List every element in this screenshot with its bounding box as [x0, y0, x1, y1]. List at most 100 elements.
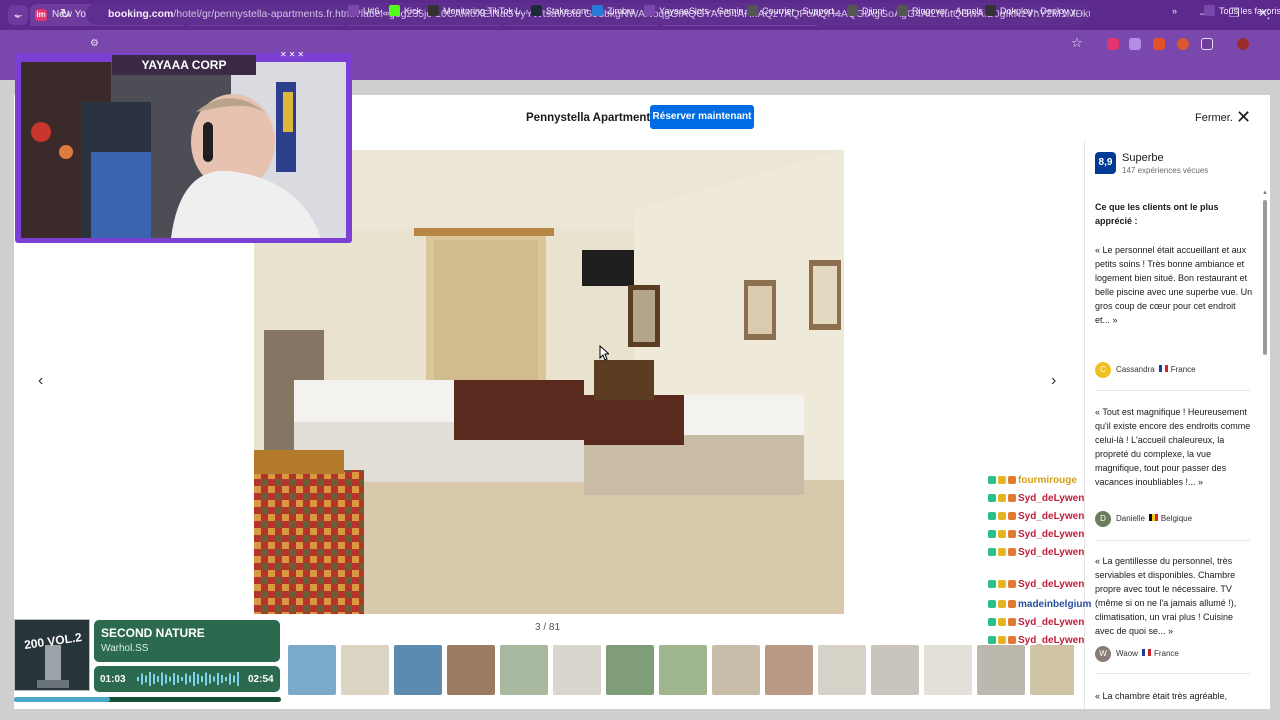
- bookmark-item[interactable]: Tous les favoris: [1204, 4, 1280, 18]
- chat-username: Syd_deLywen: [1018, 635, 1085, 646]
- chat-badge-icon: [998, 600, 1006, 608]
- waveform-bar: [169, 676, 171, 682]
- previous-photo-arrow[interactable]: ‹: [38, 372, 43, 390]
- bookmarks-overflow-icon[interactable]: »: [1172, 4, 1177, 18]
- reload-icon[interactable]: ↻: [60, 6, 71, 22]
- song-progress-fill: [14, 697, 110, 702]
- gallery-thumbnail[interactable]: [924, 645, 972, 695]
- close-gallery-link[interactable]: Fermer.: [1195, 112, 1233, 124]
- chat-message: Syd_deLywen: [988, 528, 1084, 542]
- chat-badge-icon: [1008, 600, 1016, 608]
- webcam-feed: [21, 62, 346, 238]
- waveform-bar: [193, 672, 195, 686]
- chat-badge-icon: [998, 580, 1006, 588]
- waveform-bar: [201, 676, 203, 682]
- bookmark-item[interactable]: Stake.com: [531, 4, 589, 18]
- bookmark-item[interactable]: YayaaaSlots - Gamin...: [644, 4, 751, 18]
- waveform-bar: [181, 677, 183, 681]
- gallery-thumbnail[interactable]: [765, 645, 813, 695]
- country-flag-icon: [1148, 514, 1158, 522]
- reviewer-row: C Cassandra France: [1095, 362, 1196, 378]
- site-info-icon[interactable]: ⚙: [90, 38, 99, 49]
- waveform-bar: [165, 674, 167, 684]
- gallery-thumbnail[interactable]: [871, 645, 919, 695]
- chat-badge-icon: [988, 618, 996, 626]
- gallery-thumbnail[interactable]: [818, 645, 866, 695]
- bookmark-favicon-icon: [847, 5, 858, 16]
- review-score-badge: 8,9: [1095, 152, 1116, 174]
- bookmark-item[interactable]: Djinni: [847, 4, 885, 18]
- gallery-thumbnail[interactable]: [1030, 645, 1074, 695]
- gallery-thumbnail[interactable]: [659, 645, 707, 695]
- chat-badge-icon: [998, 530, 1006, 538]
- extensions-puzzle-icon[interactable]: [1201, 38, 1213, 50]
- bookmark-favicon-icon: [531, 5, 542, 16]
- chat-badge-icon: [1008, 530, 1016, 538]
- chat-badge-icon: [1008, 580, 1016, 588]
- back-icon[interactable]: ←: [12, 6, 25, 21]
- chat-message: Syd_deLywen: [988, 510, 1084, 524]
- waveform-bar: [149, 672, 151, 686]
- waveform-bar: [189, 675, 191, 683]
- reviewer-country: France: [1153, 649, 1179, 659]
- gallery-thumbnail[interactable]: [341, 645, 389, 695]
- album-cover: 200 VOL.2: [14, 619, 90, 691]
- chat-username: Syd_deLywen: [1018, 511, 1085, 522]
- chat-badge-icon: [988, 512, 996, 520]
- gallery-thumbnail[interactable]: [394, 645, 442, 695]
- chat-badge-icon: [1008, 476, 1016, 484]
- extension-icon[interactable]: [1153, 38, 1165, 50]
- chat-badge-icon: [988, 494, 996, 502]
- song-artist: Warhol.SS: [101, 643, 149, 654]
- close-icon[interactable]: ✕: [1236, 107, 1251, 127]
- extension-icon[interactable]: [1129, 38, 1141, 50]
- gallery-thumbnail[interactable]: [447, 645, 495, 695]
- gallery-thumbnail[interactable]: [606, 645, 654, 695]
- bookmark-favicon-icon: [985, 5, 996, 16]
- reserve-now-button[interactable]: Réserver maintenant: [650, 105, 754, 129]
- waveform-bar: [157, 676, 159, 682]
- stream-channel-label: YAYAAA CORP: [112, 55, 256, 75]
- bookmark-favicon-icon: [1204, 5, 1215, 16]
- gallery-thumbnail[interactable]: [977, 645, 1025, 695]
- reviewer-country: France: [1170, 365, 1196, 375]
- forward-icon[interactable]: →: [36, 6, 49, 21]
- bookmark-item[interactable]: Dokploy - Deploy y...: [985, 4, 1082, 18]
- gallery-thumbnail[interactable]: [553, 645, 601, 695]
- extension-icon[interactable]: [1177, 38, 1189, 50]
- bookmark-star-icon[interactable]: ☆: [1071, 35, 1083, 51]
- chat-badge-icon: [1008, 548, 1016, 556]
- chat-username: Syd_deLywen: [1018, 529, 1085, 540]
- chat-badge-icon: [988, 476, 996, 484]
- elapsed-time: 01:03: [100, 674, 126, 685]
- waveform-bar: [161, 672, 163, 686]
- waveform-bar: [185, 673, 187, 685]
- bookmark-item[interactable]: Kick: [389, 4, 421, 18]
- review-divider: [1095, 673, 1250, 674]
- waveform-bar: [221, 675, 223, 683]
- chat-badge-icon: [998, 636, 1006, 644]
- bookmark-item[interactable]: Monitoring TikTok L...: [428, 4, 528, 18]
- bookmark-label: Dokploy - Deploy y...: [1000, 6, 1083, 16]
- chat-badge-icon: [998, 618, 1006, 626]
- next-photo-arrow[interactable]: ›: [1051, 372, 1056, 390]
- chat-badge-icon: [988, 580, 996, 588]
- review-scrollbar[interactable]: [1263, 200, 1267, 355]
- gallery-thumbnail[interactable]: [712, 645, 760, 695]
- song-title: SECOND NATURE: [101, 626, 205, 640]
- total-duration: 02:54: [248, 674, 274, 685]
- extension-icon[interactable]: [1107, 38, 1119, 50]
- bookmark-item[interactable]: Courrier - Support...: [747, 4, 842, 18]
- bookmark-label: Kick: [404, 6, 422, 16]
- chat-message: fourmirouge: [988, 474, 1077, 488]
- bookmark-label: Djinni: [862, 6, 885, 16]
- bookmark-label: U#6-...: [363, 6, 391, 16]
- scroll-up-icon[interactable]: ▲: [1262, 190, 1268, 196]
- review-divider: [1095, 390, 1250, 391]
- bookmark-item[interactable]: U#6-...: [348, 4, 390, 18]
- profile-avatar[interactable]: [1237, 38, 1249, 50]
- gallery-thumbnail[interactable]: [288, 645, 336, 695]
- bookmark-item[interactable]: Ringover - Appels: [897, 4, 983, 18]
- gallery-thumbnail[interactable]: [500, 645, 548, 695]
- bookmark-item[interactable]: Zimbra: [592, 4, 635, 18]
